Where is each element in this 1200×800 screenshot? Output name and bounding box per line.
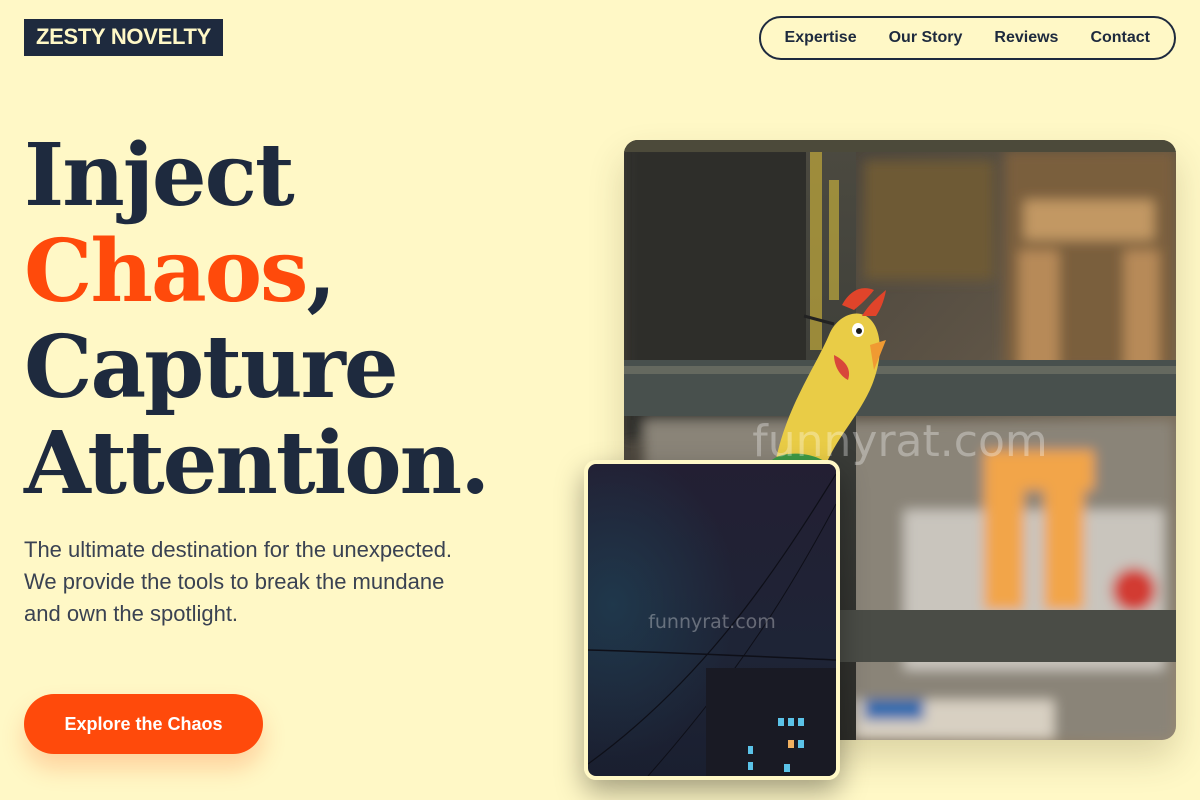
nav-link-reviews[interactable]: Reviews <box>994 29 1058 47</box>
nav-link-our-story[interactable]: Our Story <box>889 29 963 47</box>
night-city-photo: funnyrat.com <box>588 464 836 776</box>
headline-accent-word: Chaos <box>24 221 308 322</box>
small-photo-watermark: funnyrat.com <box>648 611 776 633</box>
explore-chaos-button[interactable]: Explore the Chaos <box>24 694 263 754</box>
hero-headline: Inject Chaos, Capture Attention. <box>24 125 490 514</box>
nav-link-contact[interactable]: Contact <box>1090 29 1150 47</box>
headline-line-1: Inject <box>24 125 295 226</box>
night-photo-card: funnyrat.com <box>584 460 840 780</box>
brand-logo[interactable]: ZESTY NOVELTY <box>24 19 223 56</box>
headline-line-3: Capture <box>24 317 399 418</box>
headline-line-4: Attention. <box>24 413 490 514</box>
main-nav: Expertise Our Story Reviews Contact <box>758 16 1176 60</box>
hero-description: The ultimate destination for the unexpec… <box>24 537 453 626</box>
nav-link-expertise[interactable]: Expertise <box>785 29 857 47</box>
headline-comma: , <box>306 221 336 322</box>
